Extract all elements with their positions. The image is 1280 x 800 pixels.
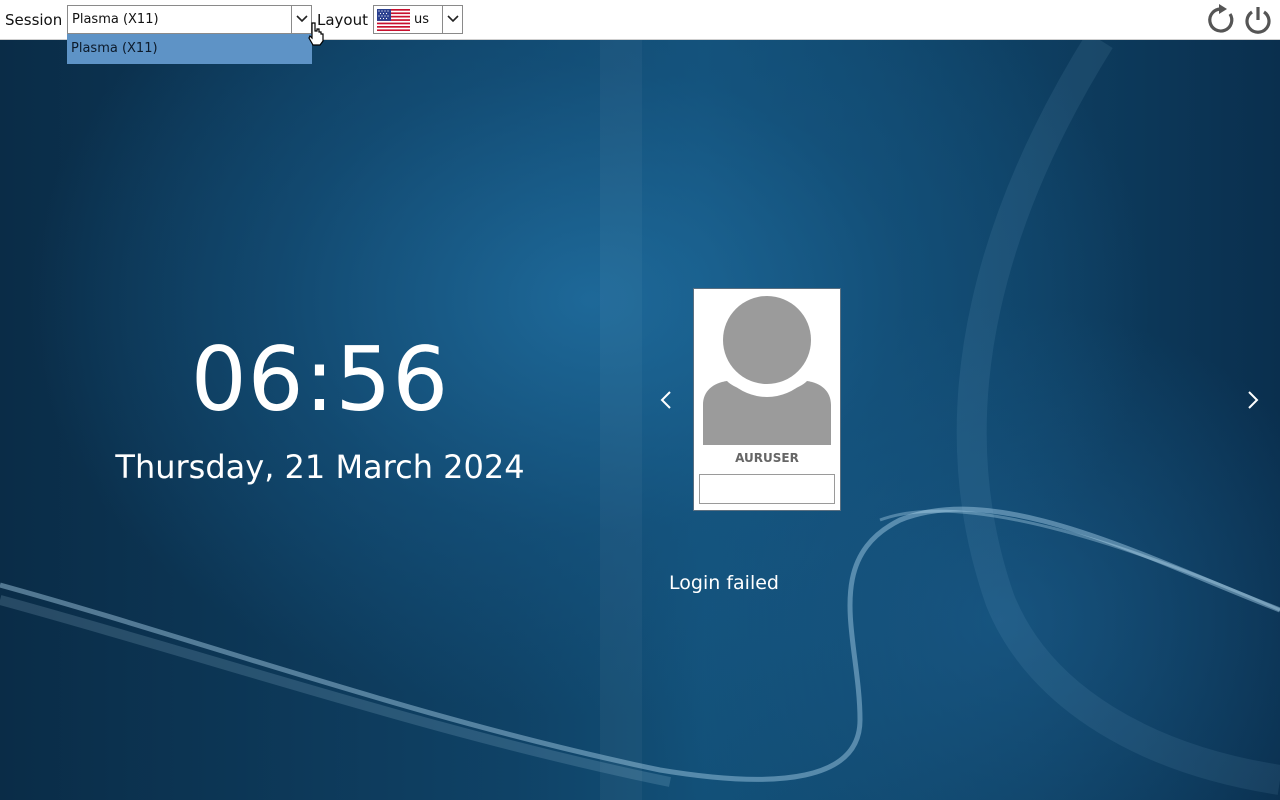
power-icon[interactable] [1242,4,1274,36]
login-status-message: Login failed [669,572,779,594]
layout-select-value: us [414,12,430,27]
reboot-icon[interactable] [1205,4,1237,36]
chevron-down-icon [447,15,459,23]
user-card[interactable]: AURUSER [693,288,841,511]
avatar [703,295,831,445]
session-select-value: Plasma (X11) [72,12,159,27]
layout-select[interactable]: us [373,5,463,34]
username-label: AURUSER [735,451,799,465]
session-select[interactable]: Plasma (X11) [67,5,312,34]
clock-date: Thursday, 21 March 2024 [115,448,525,486]
us-flag-icon [377,9,410,31]
password-field[interactable] [699,474,835,504]
chevron-right-icon[interactable] [1246,388,1260,412]
session-label: Session [5,11,63,29]
clock-time: 06:56 [190,328,450,431]
hand-cursor-icon [308,22,324,46]
session-option-plasma-x11[interactable]: Plasma (X11) [71,41,158,56]
chevron-left-icon[interactable] [659,388,673,412]
layout-select-toggle[interactable] [442,6,462,33]
session-dropdown-list: Plasma (X11) [67,34,312,64]
